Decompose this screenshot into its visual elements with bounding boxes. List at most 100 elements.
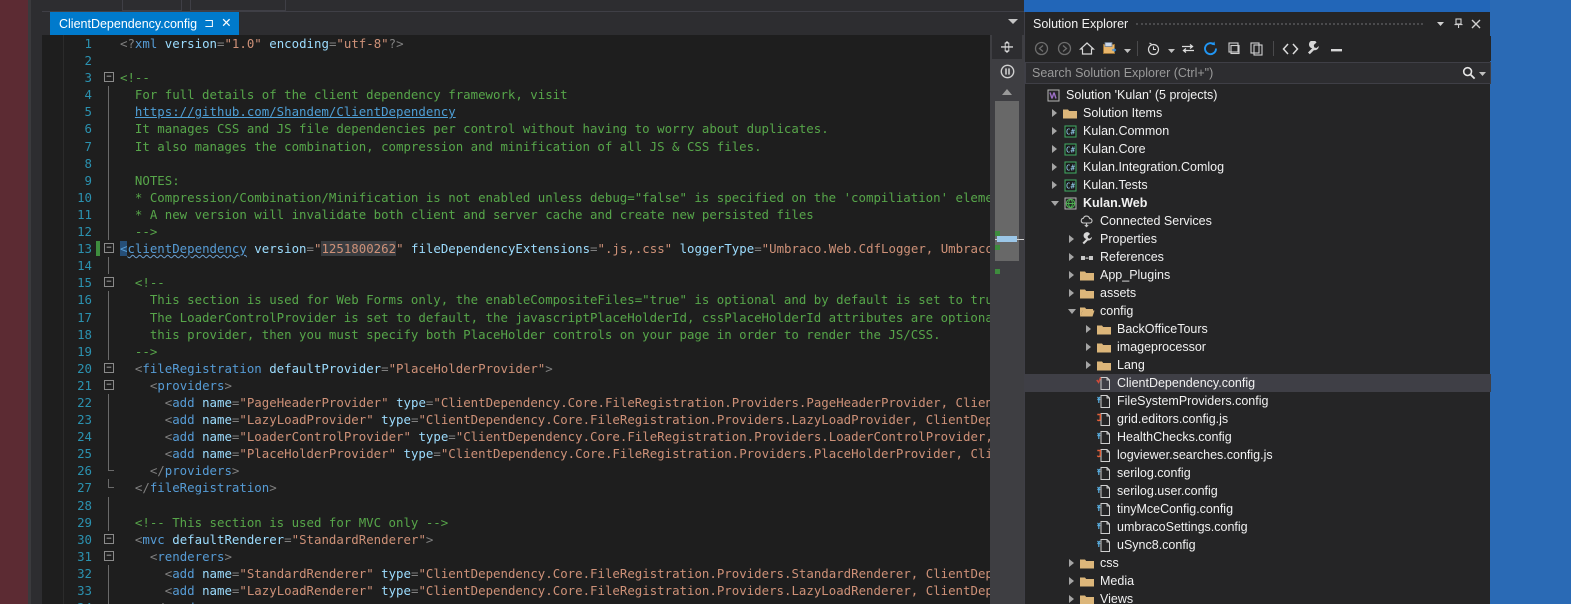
code-line[interactable]: 10 * Compression/Combination/Minificatio…: [42, 188, 1024, 206]
code-text[interactable]: 1 <?xml version="1.0" encoding="utf-8"?> 2…: [42, 35, 1024, 604]
copy-icon[interactable]: [1246, 38, 1268, 59]
code-editor-surface[interactable]: 1 <?xml version="1.0" encoding="utf-8"?> 2…: [42, 35, 1024, 604]
sync-with-document-icon[interactable]: [1177, 38, 1199, 59]
chevron-right-icon[interactable]: [1048, 158, 1061, 176]
chevron-right-icon[interactable]: [1048, 176, 1061, 194]
pending-changes-dropdown-icon[interactable]: [1122, 38, 1132, 59]
code-line[interactable]: 29 <!-- This section is used for MVC onl…: [42, 513, 1024, 531]
forward-icon[interactable]: [1053, 38, 1075, 59]
tree-item-logviewer-searches-config-js[interactable]: logviewer.searches.config.js: [1025, 446, 1491, 464]
tree-item-umbracosettings-config[interactable]: umbracoSettings.config: [1025, 518, 1491, 536]
chevron-right-icon[interactable]: [1048, 104, 1061, 122]
view-code-icon[interactable]: [1279, 38, 1301, 59]
tree-item-assets[interactable]: assets: [1025, 284, 1491, 302]
chevron-right-icon[interactable]: [1065, 590, 1078, 604]
fold-collapse-icon[interactable]: −: [104, 277, 114, 288]
editor-vertical-scrollbar[interactable]: [990, 35, 1029, 604]
code-line[interactable]: 6 It manages CSS and JS file dependencie…: [42, 120, 1024, 138]
tree-item-healthchecks-config[interactable]: HealthChecks.config: [1025, 428, 1491, 446]
close-icon[interactable]: ✕: [221, 17, 231, 30]
tree-item-kulan-core[interactable]: C# Kulan.Core: [1025, 140, 1491, 158]
code-line[interactable]: 4 For full details of the client depende…: [42, 86, 1024, 104]
tree-item-filesystemproviders-config[interactable]: FileSystemProviders.config: [1025, 392, 1491, 410]
tree-item-solution-items[interactable]: Solution Items: [1025, 104, 1491, 122]
show-history-dropdown-icon[interactable]: [1166, 38, 1176, 59]
code-line[interactable]: 18 this provider, then you must specify …: [42, 325, 1024, 343]
chevron-right-icon[interactable]: [1065, 230, 1078, 248]
code-line[interactable]: 19 -->: [42, 342, 1024, 360]
preview-selected-icon[interactable]: [1325, 38, 1347, 59]
tree-item-serilog-config[interactable]: serilog.config: [1025, 464, 1491, 482]
tree-item-kulan-common[interactable]: C# Kulan.Common: [1025, 122, 1491, 140]
tree-item-views[interactable]: Views: [1025, 590, 1491, 604]
chevron-right-icon[interactable]: [1048, 122, 1061, 140]
chevron-right-icon[interactable]: [1065, 284, 1078, 302]
tree-item-kulan-web[interactable]: Kulan.Web: [1025, 194, 1491, 212]
search-input[interactable]: [1032, 66, 1462, 80]
chevron-right-icon[interactable]: [1048, 140, 1061, 158]
code-line[interactable]: 14: [42, 257, 1024, 275]
code-line[interactable]: 5 https://github.com/Shandem/ClientDepen…: [42, 103, 1024, 121]
chevron-right-icon[interactable]: [1082, 320, 1095, 338]
code-line[interactable]: 7 It also manages the combination, compr…: [42, 137, 1024, 155]
chevron-down-icon[interactable]: [1008, 19, 1018, 24]
code-line[interactable]: 13− <clientDependency version="1251800262…: [42, 240, 1024, 257]
pin-icon[interactable]: [1449, 15, 1467, 33]
search-icon[interactable]: [1462, 66, 1476, 80]
tree-item-connected-services[interactable]: Connected Services: [1025, 212, 1491, 230]
tree-item-css[interactable]: css: [1025, 554, 1491, 572]
scroll-up-arrow[interactable]: [990, 83, 1024, 100]
chevron-right-icon[interactable]: [1082, 338, 1095, 356]
scrollbar-track[interactable]: [995, 101, 1029, 604]
search-dropdown-icon[interactable]: [1479, 71, 1486, 76]
code-line[interactable]: 8: [42, 154, 1024, 172]
chevron-right-icon[interactable]: [1065, 248, 1078, 266]
pending-changes-icon[interactable]: [1099, 38, 1121, 59]
tree-item-properties[interactable]: Properties: [1025, 230, 1491, 248]
split-view-button[interactable]: [992, 35, 1022, 59]
code-line[interactable]: 21 − <providers>: [42, 377, 1024, 394]
pin-icon[interactable]: ⊐: [204, 17, 214, 29]
tree-item-kulan-integration-comlog[interactable]: C# Kulan.Integration.Comlog: [1025, 158, 1491, 176]
home-icon[interactable]: [1076, 38, 1098, 59]
chevron-right-icon[interactable]: [1065, 554, 1078, 572]
code-line[interactable]: 27 </fileRegistration>: [42, 479, 1024, 496]
code-line[interactable]: 25 <add name="PlaceHolderProvider" type=…: [42, 445, 1024, 463]
fold-collapse-icon[interactable]: −: [104, 362, 114, 373]
chevron-down-icon[interactable]: [1431, 15, 1449, 33]
code-line[interactable]: 3 − <!--: [42, 69, 1024, 86]
code-line[interactable]: 26 </providers>: [42, 462, 1024, 479]
close-icon[interactable]: [1467, 15, 1485, 33]
tree-item-config[interactable]: config: [1025, 302, 1491, 320]
code-line[interactable]: 11 * A new version will invalidate both …: [42, 205, 1024, 224]
code-line[interactable]: 34 </renderers>: [42, 599, 1024, 604]
tree-item-solution-kulan-5-projects[interactable]: Solution 'Kulan' (5 projects): [1025, 86, 1491, 104]
wrench-icon[interactable]: [1302, 38, 1324, 59]
tree-item-references[interactable]: References: [1025, 248, 1491, 266]
code-line[interactable]: 16 This section is used for Web Forms on…: [42, 291, 1024, 309]
tree-item-imageprocessor[interactable]: imageprocessor: [1025, 338, 1491, 356]
tree-item-tinymceconfig-config[interactable]: tinyMceConfig.config: [1025, 500, 1491, 518]
solution-tree[interactable]: Solution 'Kulan' (5 projects) Solution It…: [1025, 85, 1491, 604]
fold-collapse-icon[interactable]: −: [104, 379, 114, 390]
code-line[interactable]: 15 − <!--: [42, 274, 1024, 291]
refresh-icon[interactable]: [1200, 38, 1222, 59]
code-line[interactable]: 1 <?xml version="1.0" encoding="utf-8"?>: [42, 35, 1024, 52]
code-line[interactable]: 2: [42, 52, 1024, 69]
code-line[interactable]: 33 <add name="LazyLoadRenderer" type="Cl…: [42, 582, 1024, 600]
code-line[interactable]: 28: [42, 496, 1024, 514]
pause-icon[interactable]: [992, 60, 1022, 82]
chevron-right-icon[interactable]: [1082, 356, 1095, 374]
code-line[interactable]: 30 − <mvc defaultRenderer="StandardRender…: [42, 531, 1024, 548]
fold-collapse-icon[interactable]: −: [104, 550, 114, 561]
code-line[interactable]: 12 -->: [42, 223, 1024, 241]
tree-item-serilog-user-config[interactable]: serilog.user.config: [1025, 482, 1491, 500]
code-line[interactable]: 9 NOTES:: [42, 171, 1024, 189]
collapse-all-icon[interactable]: [1223, 38, 1245, 59]
code-line[interactable]: 24 <add name = "LoaderControlProvider" typ…: [42, 428, 1024, 446]
tree-item-usync8-config[interactable]: uSync8.config: [1025, 536, 1491, 554]
chevron-right-icon[interactable]: [1065, 572, 1078, 590]
tree-item-media[interactable]: Media: [1025, 572, 1491, 590]
chevron-down-icon[interactable]: [1048, 194, 1061, 212]
chevron-right-icon[interactable]: [1065, 266, 1078, 284]
